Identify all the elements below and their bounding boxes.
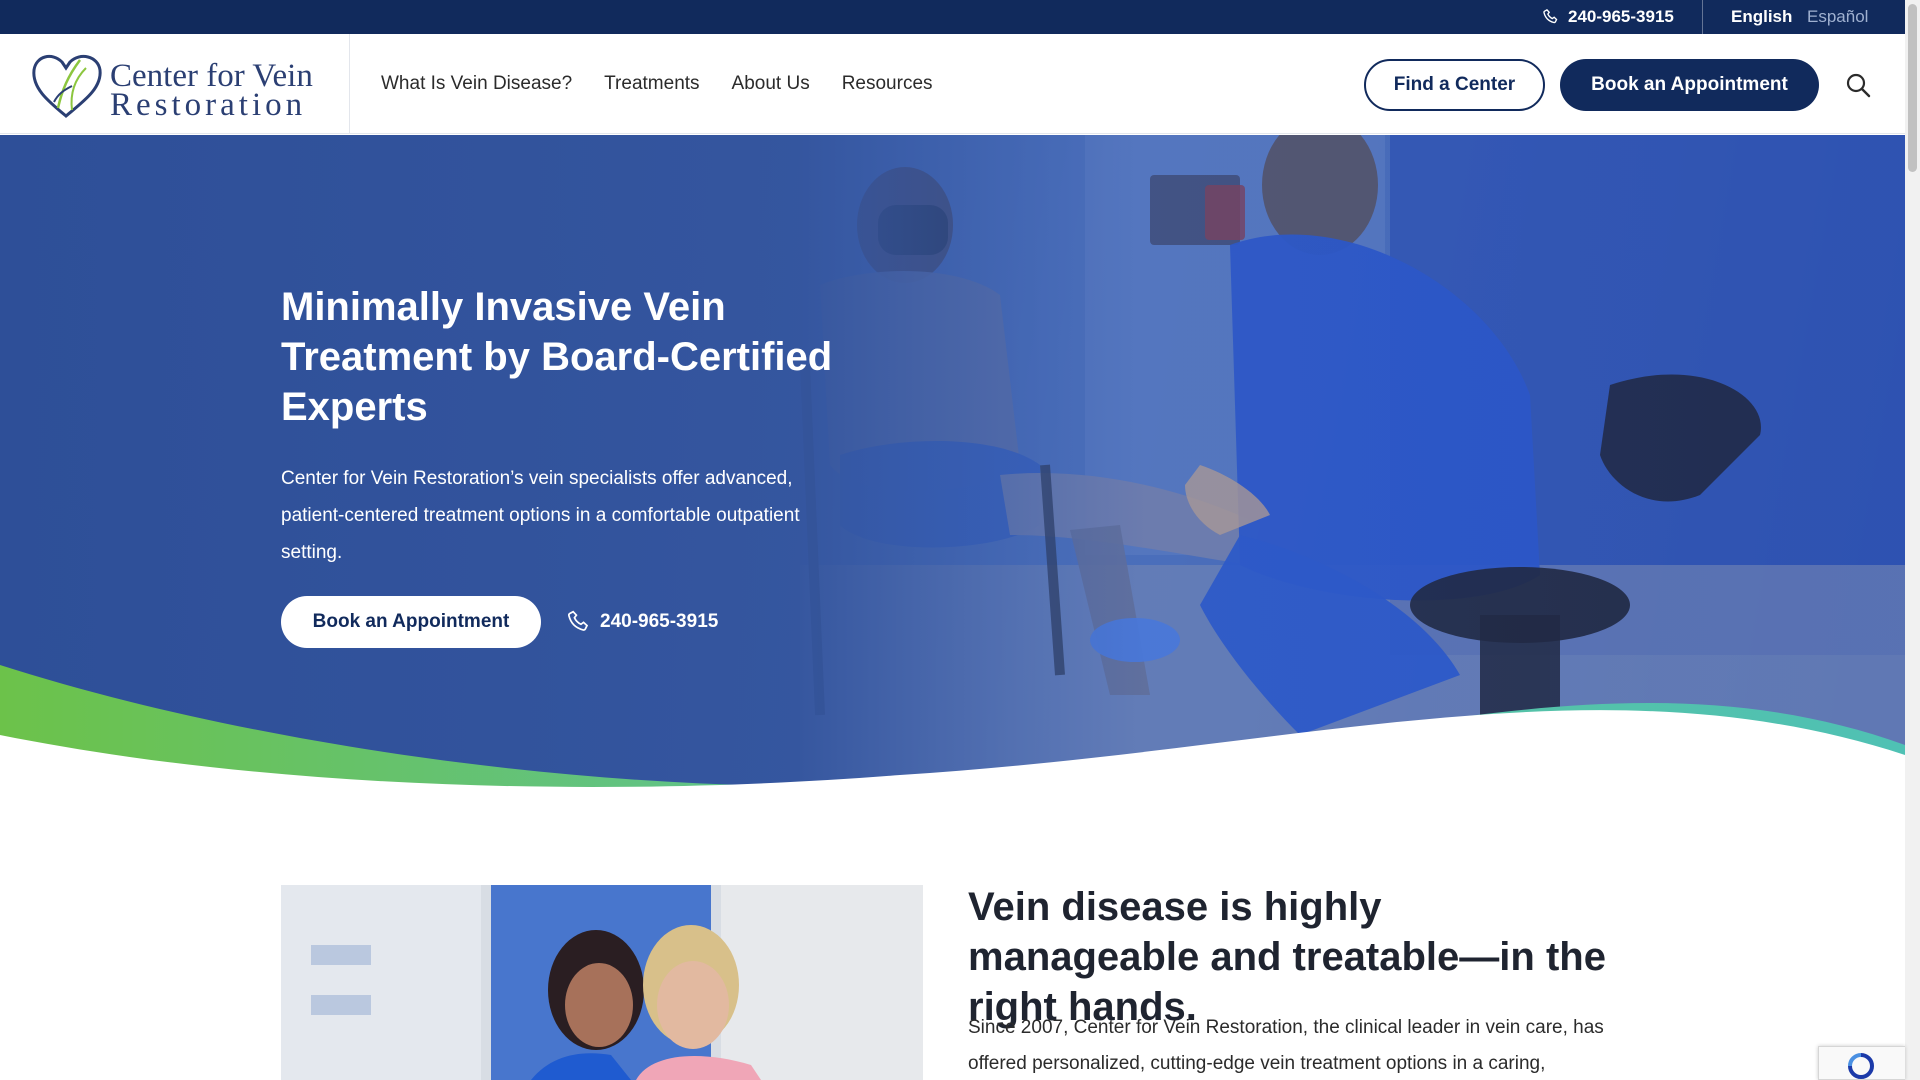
phone-icon [567, 610, 589, 631]
book-appointment-button[interactable]: Book an Appointment [1560, 59, 1819, 111]
staff-photo [281, 885, 923, 1080]
intro-photo [281, 885, 923, 1080]
logo-wordmark: Center for Vein Restoration [110, 60, 313, 123]
site-header: Center for Vein Restoration What Is Vein… [0, 34, 1905, 134]
intro-text: Since 2007, Center for Vein Restoration,… [968, 1017, 1604, 1074]
divider [1702, 0, 1703, 34]
nav-item-what-is-vein-disease[interactable]: What Is Vein Disease? [381, 73, 572, 95]
language-english-link[interactable]: English [1731, 0, 1792, 34]
hero-subtitle: Center for Vein Restoration’s vein speci… [281, 468, 800, 563]
hero-section: Minimally Invasive Vein Treatment by Boa… [0, 135, 1905, 805]
phone-icon [1543, 9, 1558, 24]
main-nav: What Is Vein Disease? Treatments About U… [381, 34, 933, 134]
find-center-button[interactable]: Find a Center [1364, 59, 1545, 111]
site-logo[interactable]: Center for Vein Restoration [28, 46, 328, 122]
search-icon[interactable] [1845, 72, 1871, 98]
nav-item-about-us[interactable]: About Us [732, 73, 810, 95]
hero-title: Minimally Invasive Vein Treatment by Boa… [281, 285, 833, 429]
topbar-phone-link[interactable]: 240-965-3915 [1542, 0, 1674, 34]
recaptcha-badge[interactable] [1818, 1046, 1905, 1080]
nav-item-resources[interactable]: Resources [842, 73, 933, 95]
hero-phone-link[interactable]: 240-965-3915 [566, 596, 718, 648]
scrollbar-thumb[interactable] [1908, 4, 1917, 172]
hero-phone-text: 240-965-3915 [600, 611, 719, 632]
topbar-phone-text: 240-965-3915 [1568, 7, 1674, 26]
logo-line-2: Restoration [110, 87, 307, 123]
nav-item-treatments[interactable]: Treatments [604, 73, 699, 95]
utility-bar: 240-965-3915 English Español [0, 0, 1905, 34]
heart-logo-icon [32, 54, 102, 118]
recaptcha-icon [1848, 1053, 1874, 1079]
divider [349, 34, 350, 134]
hero-book-appointment-button[interactable]: Book an Appointment [281, 596, 541, 648]
language-spanish-link[interactable]: Español [1807, 0, 1868, 34]
